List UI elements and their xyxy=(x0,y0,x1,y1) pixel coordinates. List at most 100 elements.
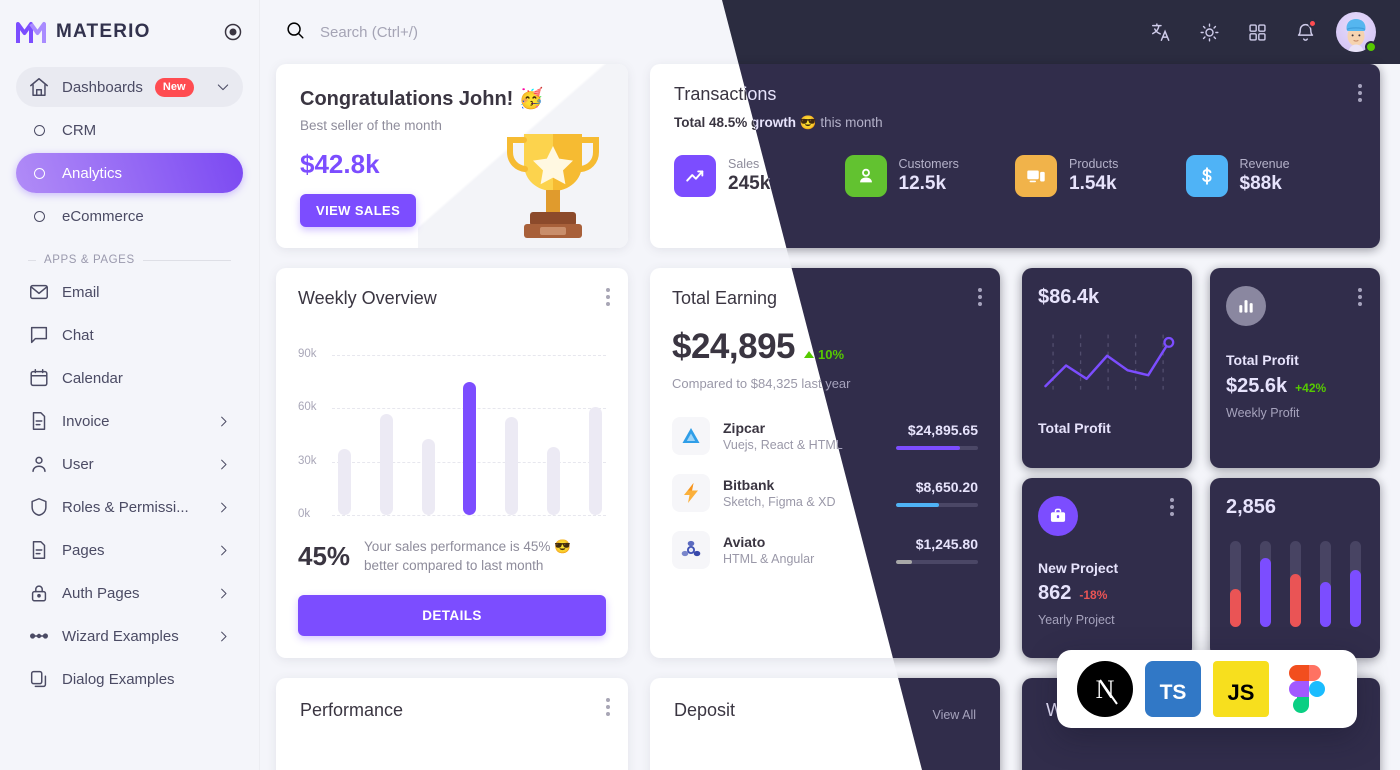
header-actions xyxy=(1144,12,1377,53)
chevron-down-icon[interactable] xyxy=(215,79,231,95)
chart-bars xyxy=(338,355,602,515)
typescript-logo-icon: TS xyxy=(1145,661,1201,717)
performance-card: Performance xyxy=(276,678,628,770)
earning-progress-track xyxy=(896,503,978,507)
person-icon xyxy=(28,453,50,475)
sidebar-item-email[interactable]: Email xyxy=(16,272,243,312)
sidebar-item-analytics[interactable]: Analytics xyxy=(16,153,243,193)
sidebar-item-wizard-examples[interactable]: Wizard Examples xyxy=(16,616,243,656)
sidebar-item-label: Email xyxy=(62,283,100,301)
stat-label: Customers xyxy=(898,157,959,171)
chart-bar xyxy=(1350,570,1361,627)
chevron-right-icon[interactable] xyxy=(216,543,231,558)
total-profit-delta: +42% xyxy=(1295,381,1327,395)
earning-progress-track xyxy=(896,446,978,450)
search-placeholder: Search (Ctrl+/) xyxy=(320,23,418,41)
sessions-value: 2,856 xyxy=(1226,496,1277,518)
chart-bar xyxy=(1260,558,1271,627)
chart-bar xyxy=(1320,582,1331,627)
sidebar-section-header: APPS & PAGES xyxy=(28,254,231,266)
details-button[interactable]: DETAILS xyxy=(298,595,606,637)
chevron-right-icon[interactable] xyxy=(216,457,231,472)
sidebar-item-chat[interactable]: Chat xyxy=(16,315,243,355)
document-icon xyxy=(28,410,50,432)
earning-tech: Sketch, Figma & XD xyxy=(723,495,836,509)
chart-bar xyxy=(1230,589,1241,627)
view-sales-button[interactable]: VIEW SALES xyxy=(300,194,417,227)
total-profit-label: Total Profit xyxy=(1226,352,1299,368)
stat-value: 245k xyxy=(728,173,771,194)
sidebar-item-label: Wizard Examples xyxy=(62,627,179,645)
earning-progress-fill xyxy=(896,560,913,564)
total-profit-sub: Weekly Profit xyxy=(1226,406,1300,420)
materio-logo xyxy=(16,19,46,45)
sidebar-item-label: Chat xyxy=(62,326,94,344)
total-earning-amount: $24,895 xyxy=(672,327,796,366)
weekly-note: Your sales performance is 45% 😎 better c… xyxy=(364,539,571,574)
sidebar-item-label: Dialog Examples xyxy=(62,670,175,688)
deposit-view-all-link[interactable]: View All xyxy=(932,708,976,722)
transaction-stat-products: Products 1.54k xyxy=(1015,155,1186,197)
sidebar-item-crm[interactable]: CRM xyxy=(16,110,243,150)
chart-bar xyxy=(547,447,561,515)
brand[interactable]: MATERIO xyxy=(0,0,259,64)
sidebar-item-roles-permissi[interactable]: Roles & Permissi... xyxy=(16,487,243,527)
brightness-icon[interactable] xyxy=(1192,15,1226,49)
sidebar-item-calendar[interactable]: Calendar xyxy=(16,358,243,398)
profit-sparkline-chart xyxy=(1040,327,1176,406)
sidebar: MATERIO Dashboards New CRM Analytics eCommerc… xyxy=(0,0,260,770)
chart-bar-track xyxy=(1230,541,1241,627)
sidebar-item-ecommerce[interactable]: eCommerce xyxy=(16,196,243,236)
circle-icon xyxy=(28,119,50,141)
earning-tech: Vuejs, React & HTML xyxy=(723,438,843,452)
y-axis-tick: 60k xyxy=(298,401,317,414)
new-project-label: New Project xyxy=(1038,560,1119,576)
congratulations-card: Congratulations John! 🥳Best seller of th… xyxy=(276,64,628,248)
profit-value: $86.4k xyxy=(1038,286,1100,308)
y-axis-tick: 90k xyxy=(298,348,317,360)
sidebar-item-label: eCommerce xyxy=(62,207,144,225)
sidebar-item-user[interactable]: User xyxy=(16,444,243,484)
earning-name: Aviato xyxy=(723,534,766,550)
translate-icon[interactable] xyxy=(1144,15,1178,49)
app-root: MATERIO Dashboards New CRM Analytics eCommerc… xyxy=(0,0,1400,770)
chart-bar xyxy=(1290,574,1301,627)
transaction-stat-customers: Customers 12.5k xyxy=(844,155,1016,197)
sidebar-item-pages[interactable]: Pages xyxy=(16,530,243,570)
sidebar-nav: Dashboards New CRM Analytics eCommerce APPS &… xyxy=(0,67,259,699)
y-axis-tick: 0k xyxy=(298,508,311,520)
shield-icon xyxy=(28,496,50,518)
trophy-icon xyxy=(500,124,606,242)
notifications-bell-icon[interactable] xyxy=(1288,15,1322,49)
svg-text:N: N xyxy=(1096,675,1115,704)
new-project-value: 862 xyxy=(1038,582,1072,604)
sessions-bar-chart xyxy=(1226,541,1364,627)
chat-bubble-icon xyxy=(28,324,50,346)
user-avatar[interactable] xyxy=(1336,12,1377,53)
sidebar-item-dashboards[interactable]: Dashboards New xyxy=(16,67,243,107)
grid-line xyxy=(332,515,606,516)
chevron-right-icon[interactable] xyxy=(216,629,231,644)
chevron-right-icon[interactable] xyxy=(216,414,231,429)
chevron-right-icon[interactable] xyxy=(216,586,231,601)
chart-bar xyxy=(379,414,393,515)
avatar-status-dot xyxy=(1365,41,1377,53)
pin-radio-icon[interactable] xyxy=(223,22,243,42)
stat-label: Revenue xyxy=(1239,157,1290,171)
sidebar-item-label: User xyxy=(62,455,94,473)
javascript-logo-icon: JS xyxy=(1213,661,1269,717)
lock-icon xyxy=(28,582,50,604)
sidebar-item-invoice[interactable]: Invoice xyxy=(16,401,243,441)
sidebar-item-dialog-examples[interactable]: Dialog Examples xyxy=(16,659,243,699)
chevron-right-icon[interactable] xyxy=(216,500,231,515)
sidebar-item-auth-pages[interactable]: Auth Pages xyxy=(16,573,243,613)
weekly-bar-chart: 0k 30k 60k 90k xyxy=(298,335,606,520)
new-project-card: New Project 862 -18% Yearly Project xyxy=(1022,478,1192,658)
bar-chart-icon xyxy=(1226,286,1266,326)
document-icon xyxy=(28,539,50,561)
svg-text:JS: JS xyxy=(1228,680,1255,705)
apps-grid-icon[interactable] xyxy=(1240,15,1274,49)
zipcar-logo-icon xyxy=(672,417,710,455)
y-axis-tick: 30k xyxy=(298,454,317,467)
weekly-overview-card: Weekly Overview 0k 30k 60k 90k 45% Your sales … xyxy=(276,268,628,658)
